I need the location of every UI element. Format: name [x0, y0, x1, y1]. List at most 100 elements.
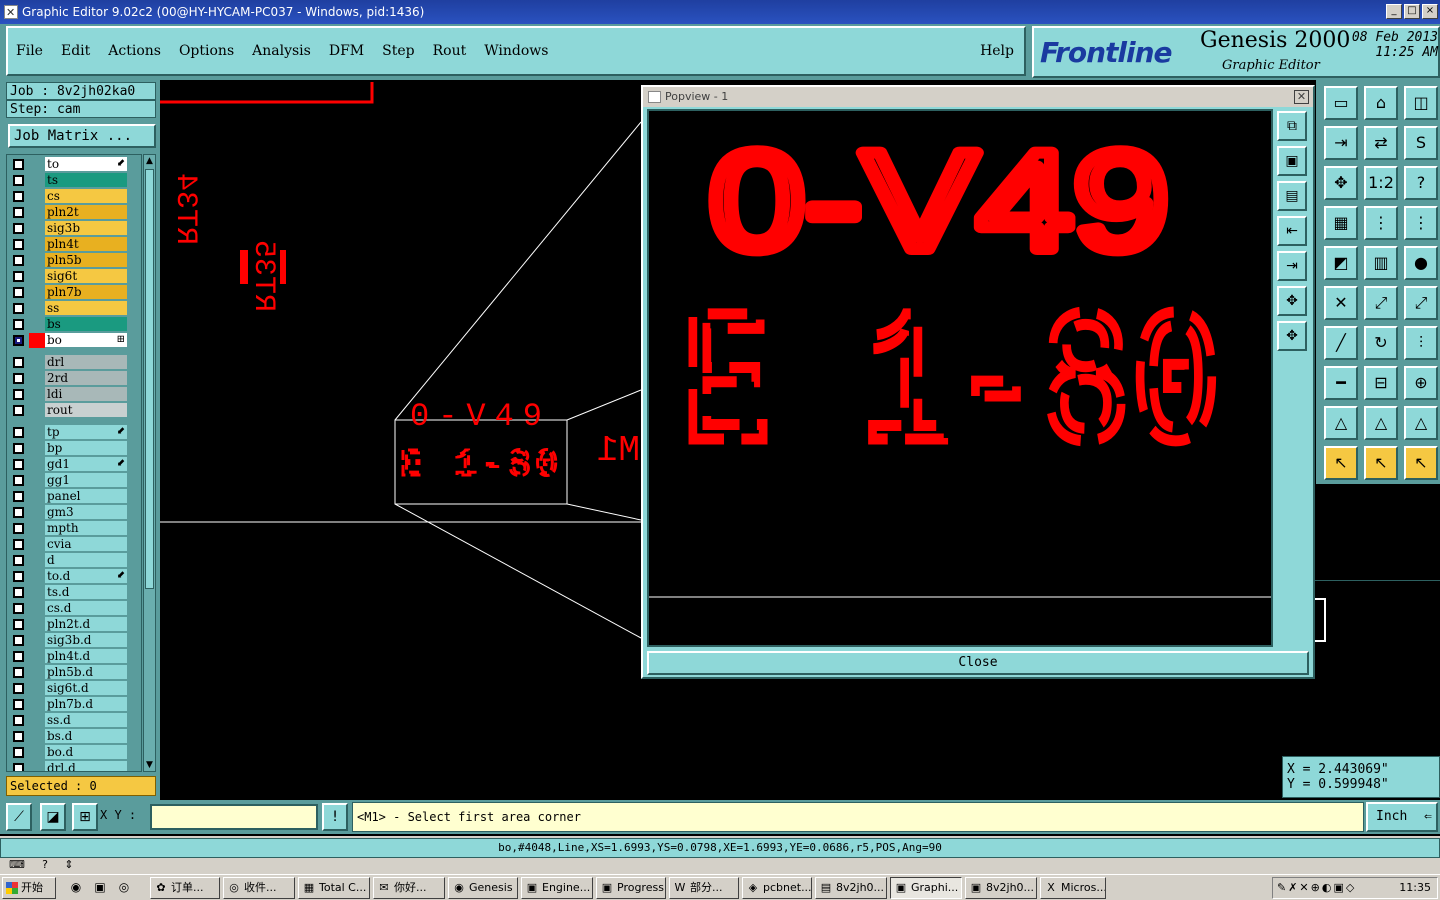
layer-row-ldi[interactable]: ldi	[7, 387, 141, 402]
pan-right-icon[interactable]: ⇥	[1277, 251, 1307, 281]
menu-windows[interactable]: Windows	[484, 43, 548, 59]
menu-edit[interactable]: Edit	[61, 43, 90, 59]
layer-checkbox[interactable]	[13, 571, 24, 582]
layer-checkbox[interactable]	[13, 175, 24, 186]
layer-checkbox[interactable]	[13, 667, 24, 678]
layer-checkbox[interactable]	[13, 207, 24, 218]
tray-icons[interactable]: ✎✗✕⊕◐▣◇	[1277, 881, 1356, 894]
keyboard-icon[interactable]: ⌨	[6, 858, 28, 872]
layer-name[interactable]: sig6t.d	[45, 681, 127, 695]
layer-checkbox[interactable]	[13, 731, 24, 742]
horizontal-line-icon[interactable]: ━	[1324, 366, 1358, 400]
layer-checkbox[interactable]	[13, 603, 24, 614]
layer-row-d[interactable]: d	[7, 553, 141, 568]
swap-icon[interactable]: ⇄	[1364, 126, 1398, 160]
ie-icon[interactable]: ◉	[68, 879, 84, 895]
layer-row-bp[interactable]: bp	[7, 441, 141, 456]
layer-row-cvia[interactable]: cvia	[7, 537, 141, 552]
layer-row-gm3[interactable]: gm3	[7, 505, 141, 520]
layer-checkbox[interactable]	[13, 747, 24, 758]
pad-icon[interactable]: ●	[1404, 246, 1438, 280]
layer-checkbox[interactable]	[13, 335, 24, 346]
layer-row-bs[interactable]: bs	[7, 317, 141, 332]
menu-file[interactable]: File	[16, 43, 43, 59]
window-icon[interactable]: ◫	[1404, 86, 1438, 120]
taskbar-item[interactable]: ✉ 你好...	[373, 877, 445, 899]
menu-rout[interactable]: Rout	[433, 43, 467, 59]
media-icon[interactable]: ◎	[116, 879, 132, 895]
layer-name[interactable]: cs.d	[45, 601, 127, 615]
layer-checkbox[interactable]	[13, 287, 24, 298]
layer-name[interactable]: to ⬋	[45, 157, 127, 171]
menu-options[interactable]: Options	[179, 43, 234, 59]
layer-checkbox[interactable]	[13, 475, 24, 486]
start-button[interactable]: 开始	[2, 877, 56, 899]
layer-name[interactable]: 2rd	[45, 371, 127, 385]
app-icon[interactable]	[4, 1, 18, 25]
layer-name[interactable]: ss.d	[45, 713, 127, 727]
layer-name[interactable]: bo.d	[45, 745, 127, 759]
taskbar-item[interactable]: ◎ 收件...	[223, 877, 295, 899]
layer-row-cs-d[interactable]: cs.d	[7, 601, 141, 616]
layer-name[interactable]: ldi	[45, 387, 127, 401]
layer-name[interactable]: pln2t	[45, 205, 127, 219]
layer-name[interactable]: sig6t	[45, 269, 127, 283]
fill-icon[interactable]: ◩	[1324, 246, 1358, 280]
taskbar-item[interactable]: ▣ 8v2jh0...	[965, 877, 1037, 899]
layer-row-pln5b-d[interactable]: pln5b.d	[7, 665, 141, 680]
layer-checkbox[interactable]	[13, 373, 24, 384]
ruler-icon[interactable]: ▥	[1364, 246, 1398, 280]
pan-icon[interactable]: ✥	[1324, 166, 1358, 200]
layer-checkbox[interactable]	[13, 443, 24, 454]
layer-row-drl-d[interactable]: drl.d	[7, 761, 141, 771]
layer-row-cs[interactable]: cs	[7, 189, 141, 204]
layer-row-to-d[interactable]: to.d ⬋	[7, 569, 141, 584]
layer-checkbox[interactable]	[13, 555, 24, 566]
layer-checkbox[interactable]	[13, 715, 24, 726]
layer-row-tp[interactable]: tp ⬋	[7, 425, 141, 440]
minimize-button[interactable]: _	[1386, 4, 1402, 19]
scale-icon[interactable]: 1:2	[1364, 166, 1398, 200]
layer-row-sig6t-d[interactable]: sig6t.d	[7, 681, 141, 696]
layer-name[interactable]: bs.d	[45, 729, 127, 743]
select-icon[interactable]: ↖	[1324, 446, 1358, 480]
layer-name[interactable]: pln2t.d	[45, 617, 127, 631]
snap-icon[interactable]: ⟋	[6, 803, 32, 831]
connect-icon[interactable]: ⤢	[1364, 286, 1398, 320]
menu-help[interactable]: Help	[980, 43, 1014, 59]
measure-icon[interactable]: ◪	[40, 803, 66, 831]
grid-icon[interactable]: ▦	[1324, 206, 1358, 240]
distribute-icon[interactable]: ⫶	[1404, 326, 1438, 360]
layer-name[interactable]: ss	[45, 301, 127, 315]
layer-name[interactable]: pln5b	[45, 253, 127, 267]
popview-title-bar[interactable]: Popview - 1 ✕	[643, 87, 1313, 107]
layers-alt-icon[interactable]: ⋮	[1404, 206, 1438, 240]
layer-checkbox[interactable]	[13, 699, 24, 710]
layer-checkbox[interactable]	[13, 271, 24, 282]
layer-name[interactable]: ts.d	[45, 585, 127, 599]
layer-row-pln7b-d[interactable]: pln7b.d	[7, 697, 141, 712]
taskbar-item[interactable]: ◉ Genesis	[448, 877, 518, 899]
layer-checkbox[interactable]	[13, 683, 24, 694]
triangle-outline-icon[interactable]: △	[1404, 406, 1438, 440]
taskbar-item[interactable]: ▣ Engine...	[521, 877, 593, 899]
layer-name[interactable]: gd1 ⬋	[45, 457, 127, 471]
pan-right-icon[interactable]: ⇥	[1324, 126, 1358, 160]
layer-checkbox[interactable]	[13, 389, 24, 400]
layer-name[interactable]: pln7b	[45, 285, 127, 299]
layer-checkbox[interactable]	[13, 405, 24, 416]
triangle-alt-icon[interactable]: △	[1364, 406, 1398, 440]
triangle-icon[interactable]: △	[1324, 406, 1358, 440]
layer-checkbox[interactable]	[13, 763, 24, 771]
layer-row-sig3b-d[interactable]: sig3b.d	[7, 633, 141, 648]
center-icon[interactable]: ✥	[1277, 286, 1307, 316]
layer-name[interactable]: panel	[45, 489, 127, 503]
layer-name[interactable]: bs	[45, 317, 127, 331]
rotate-icon[interactable]: ↻	[1364, 326, 1398, 360]
menu-actions[interactable]: Actions	[108, 43, 161, 59]
layer-checkbox[interactable]	[13, 459, 24, 470]
select-path-icon[interactable]: ↖	[1404, 446, 1438, 480]
measure-icon[interactable]: ⊟	[1364, 366, 1398, 400]
scroll-up-icon[interactable]: ▲	[144, 155, 155, 167]
layer-name[interactable]: rout	[45, 403, 127, 417]
